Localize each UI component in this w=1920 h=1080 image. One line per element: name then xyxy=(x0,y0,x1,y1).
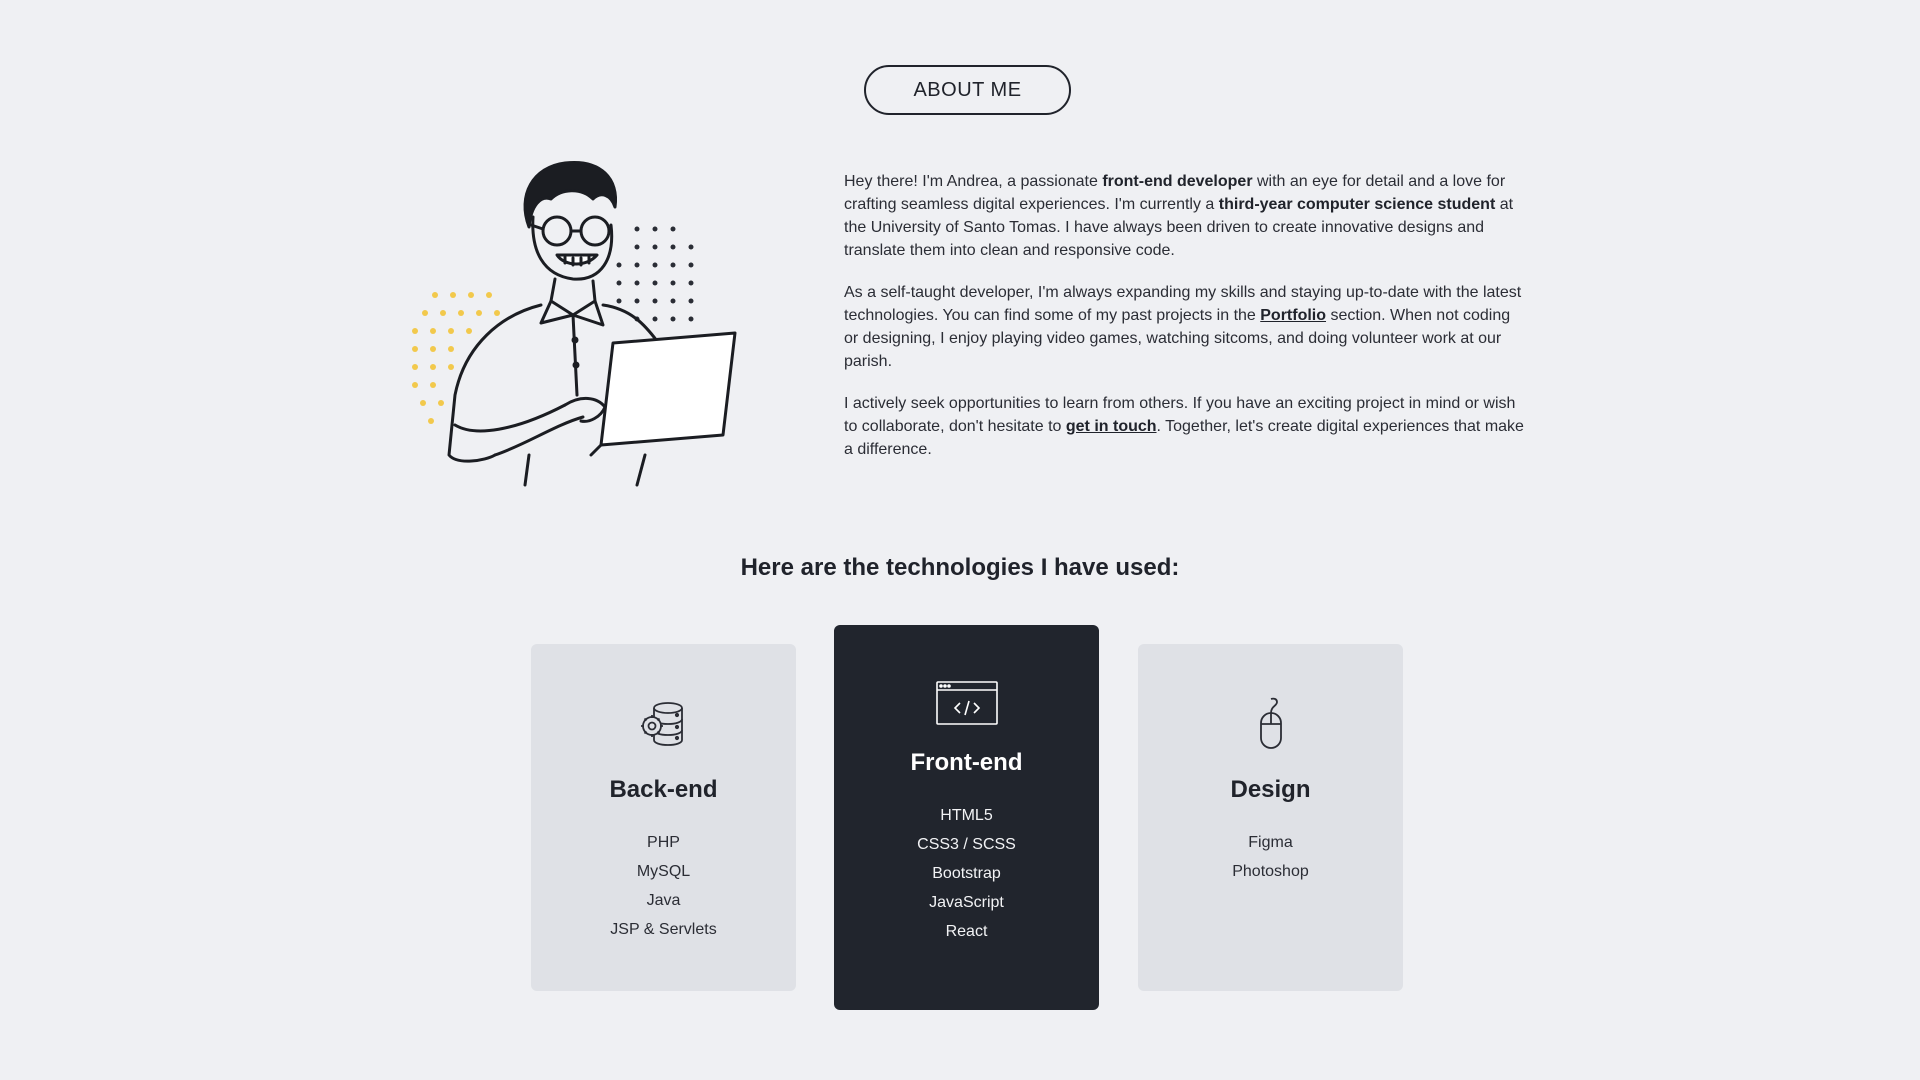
card-title: Front-end xyxy=(910,749,1023,776)
card-title: Design xyxy=(1230,776,1311,803)
tech-item: Photoshop xyxy=(1232,863,1309,880)
tech-list: HTML5 CSS3 / SCSS Bootstrap JavaScript R… xyxy=(917,801,1016,946)
tech-item: HTML5 xyxy=(940,807,993,824)
card-title: Back-end xyxy=(609,776,718,803)
about-me-button[interactable]: ABOUT ME xyxy=(864,65,1071,115)
bio-paragraph-1: Hey there! I'm Andrea, a passionate fron… xyxy=(844,173,1514,259)
yellow-dot-pattern xyxy=(412,292,500,424)
frontend-card: Front-end HTML5 CSS3 / SCSS Bootstrap Ja… xyxy=(834,625,1099,1010)
get-in-touch-link[interactable]: get in touch xyxy=(1066,418,1157,435)
tech-list: PHP MySQL Java JSP & Servlets xyxy=(610,828,716,944)
bio-paragraph-2: As a self-taught developer, I'm always e… xyxy=(844,284,1522,370)
tech-item: CSS3 / SCSS xyxy=(917,836,1016,853)
portfolio-link[interactable]: Portfolio xyxy=(1260,307,1326,324)
person-figure xyxy=(447,161,737,487)
tech-item: MySQL xyxy=(636,863,691,880)
tech-item: Bootstrap xyxy=(932,865,1001,882)
tech-item: Java xyxy=(646,892,681,909)
bio-section: Hey there! I'm Andrea, a passionate fron… xyxy=(844,170,1524,480)
technologies-heading: Here are the technologies I have used: xyxy=(740,554,1180,581)
tech-item: JavaScript xyxy=(929,894,1004,911)
backend-card: Back-end PHP MySQL Java JSP & Servlets xyxy=(531,644,796,991)
database-gear-icon xyxy=(640,702,683,746)
developer-illustration xyxy=(412,161,737,487)
tech-item: Figma xyxy=(1248,834,1293,851)
mouse-icon xyxy=(1259,697,1282,749)
design-card: Design Figma Photoshop xyxy=(1138,644,1403,991)
code-window-icon xyxy=(935,681,998,725)
tech-item: JSP & Servlets xyxy=(610,921,717,938)
tech-item: PHP xyxy=(647,834,680,851)
tech-list: Figma Photoshop xyxy=(1232,828,1309,886)
dark-dot-pattern xyxy=(616,226,694,322)
tech-item: React xyxy=(945,923,988,940)
bio-paragraph-3: I actively seek opportunities to learn f… xyxy=(844,395,1524,458)
